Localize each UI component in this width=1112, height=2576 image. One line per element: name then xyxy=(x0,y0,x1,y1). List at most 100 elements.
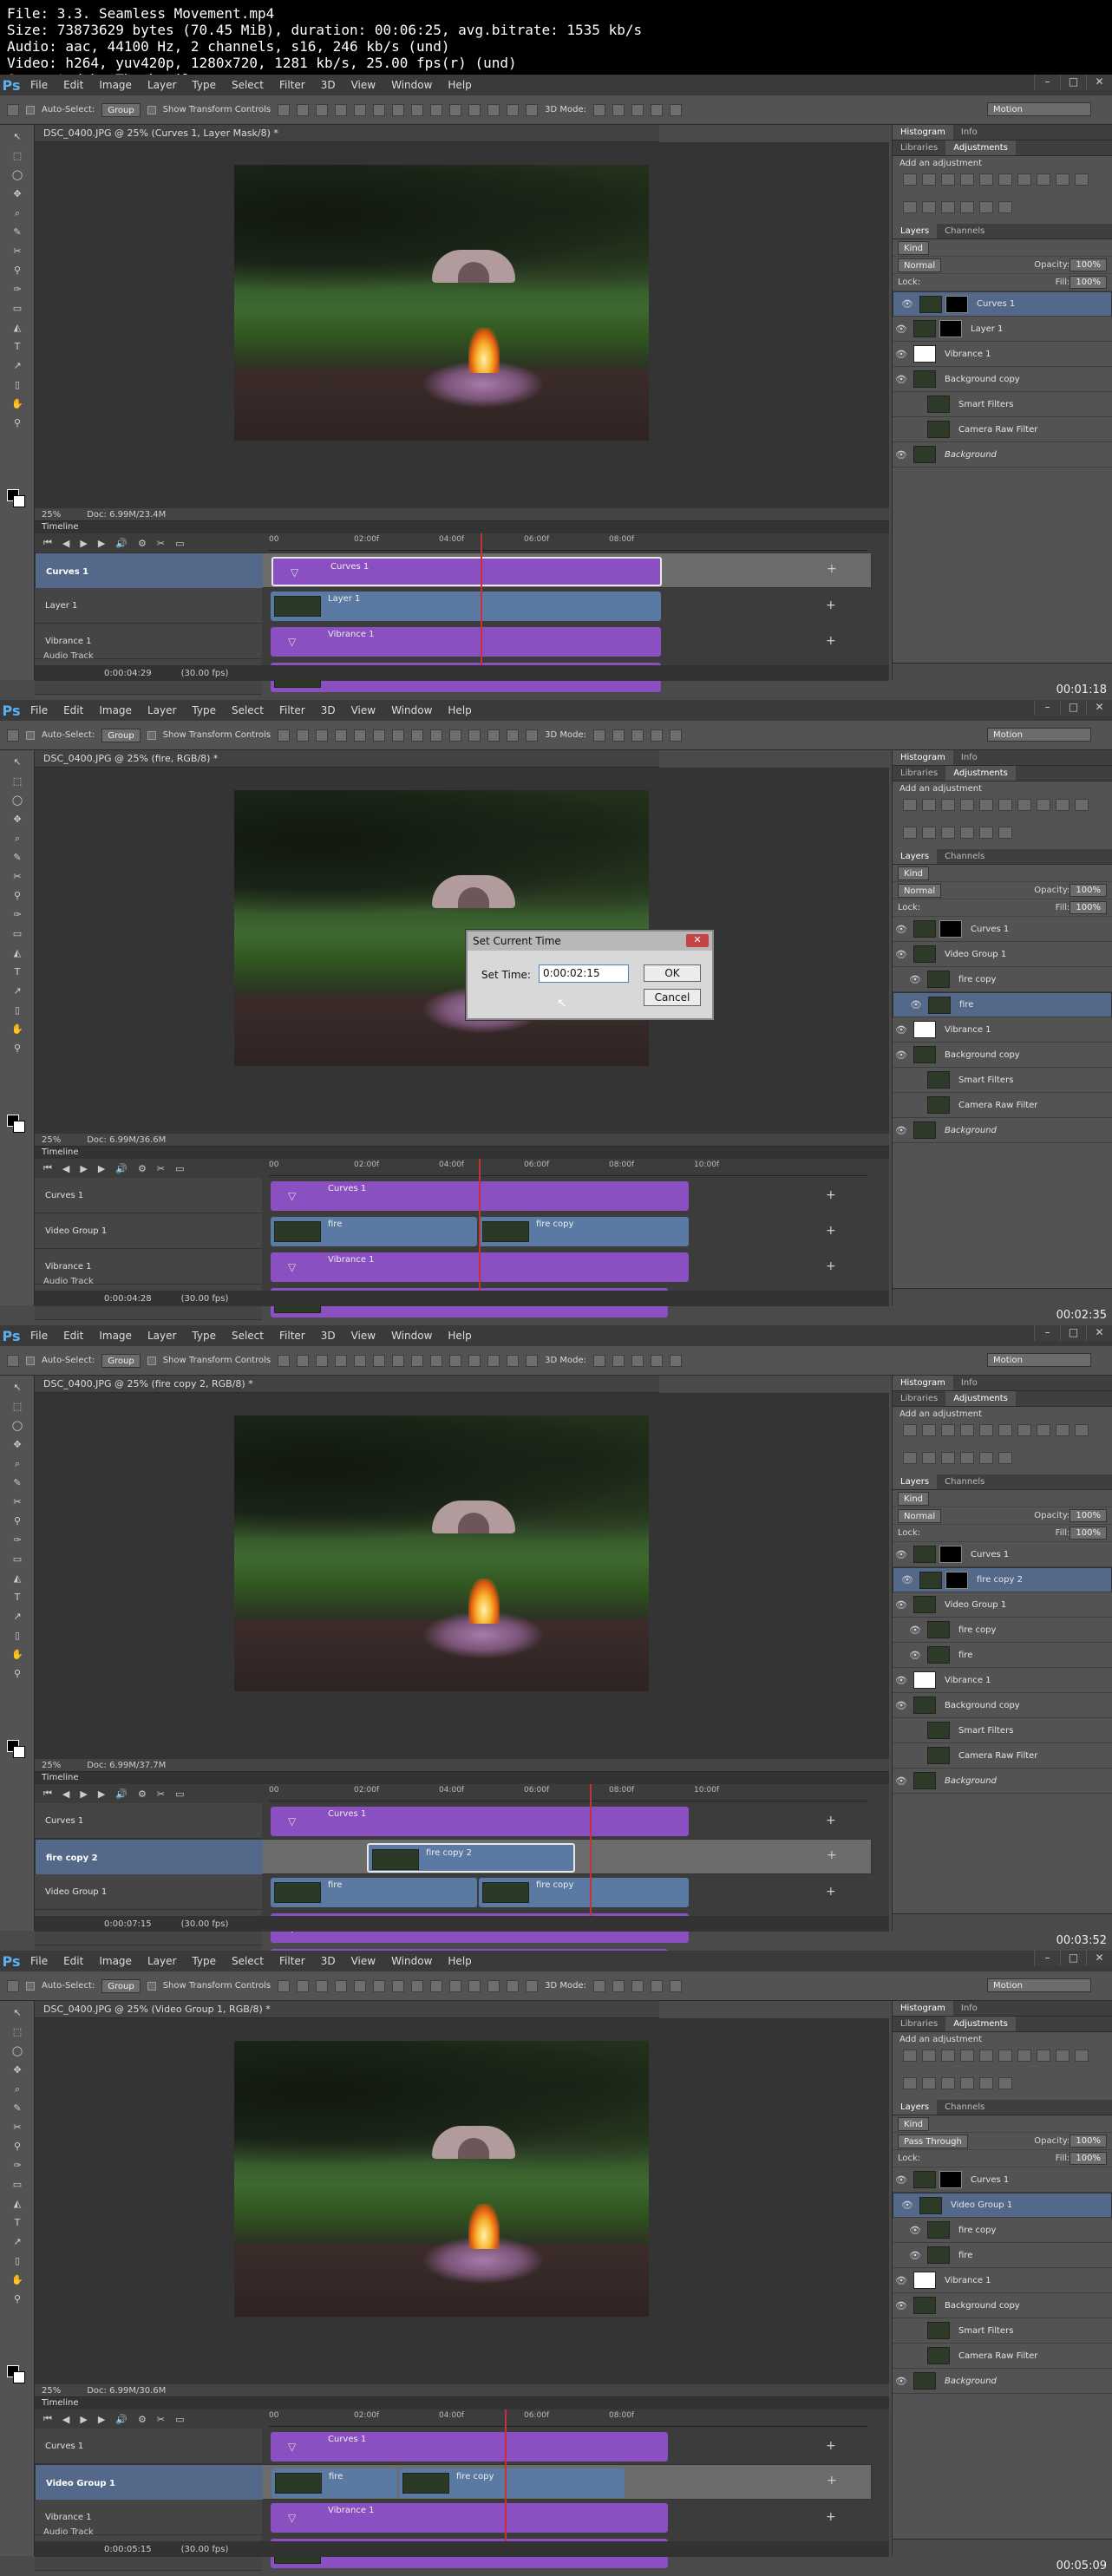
layer-row[interactable]: 👁 fire copy xyxy=(893,2218,1112,2243)
move-tool-icon[interactable] xyxy=(7,1354,19,1367)
playback-control-icon[interactable]: ◀ xyxy=(62,2414,69,2425)
adjustment-type-icon[interactable] xyxy=(1056,1424,1069,1436)
adjustment-type-icon[interactable] xyxy=(960,2050,974,2062)
adjustment-type-icon[interactable] xyxy=(922,1452,936,1464)
align-icon[interactable] xyxy=(278,103,291,116)
opacity-value[interactable]: 100% xyxy=(1069,1509,1107,1522)
align-icon[interactable] xyxy=(507,1354,520,1367)
timeline-clip[interactable]: fire xyxy=(271,2468,397,2498)
menu-layer[interactable]: Layer xyxy=(140,700,184,721)
align-icon[interactable] xyxy=(526,103,539,116)
panel-tab[interactable]: Info xyxy=(953,750,985,765)
align-icon[interactable] xyxy=(468,1354,481,1367)
visibility-eye-icon[interactable]: 👁 xyxy=(893,1549,910,1560)
playback-control-icon[interactable]: ▶ xyxy=(80,1163,87,1174)
tool-icon[interactable]: ✑ xyxy=(10,1533,25,1547)
tool-icon[interactable]: ↗ xyxy=(10,1610,25,1624)
align-icon[interactable] xyxy=(373,1354,386,1367)
playback-control-icon[interactable]: ▶ xyxy=(98,1163,105,1174)
tool-icon[interactable]: ⚲ xyxy=(10,264,25,278)
fill-value[interactable]: 100% xyxy=(1069,1527,1107,1540)
menu-type[interactable]: Type xyxy=(184,75,224,95)
panel-tab[interactable]: Histogram xyxy=(893,1376,953,1390)
add-media-icon[interactable]: + xyxy=(827,2475,837,2487)
tool-icon[interactable]: ✂ xyxy=(10,870,25,884)
minimize-button[interactable]: – xyxy=(1034,700,1060,716)
transform-checkbox[interactable] xyxy=(147,730,156,740)
color-swatches[interactable] xyxy=(7,1740,25,1758)
adjustment-type-icon[interactable] xyxy=(1056,2050,1069,2062)
adjustment-type-icon[interactable] xyxy=(903,201,917,213)
adjustment-type-icon[interactable] xyxy=(922,2050,936,2062)
menu-select[interactable]: Select xyxy=(224,75,271,95)
track-name[interactable]: Curves 1 xyxy=(35,1178,262,1213)
align-icon[interactable] xyxy=(430,729,443,742)
adjustment-type-icon[interactable] xyxy=(941,2077,955,2089)
track-name[interactable]: Video Group 1 xyxy=(36,2465,263,2501)
adjustment-type-icon[interactable] xyxy=(1037,1424,1050,1436)
3d-tool-icon[interactable] xyxy=(670,1979,682,1992)
tool-icon[interactable]: ⬚ xyxy=(10,2025,25,2039)
adjustment-type-icon[interactable] xyxy=(922,799,936,811)
track-name[interactable]: Video Group 1 xyxy=(35,1213,262,1249)
menu-select[interactable]: Select xyxy=(224,700,271,721)
background-color[interactable] xyxy=(13,1121,25,1133)
align-icon[interactable] xyxy=(526,1979,539,1992)
layer-row[interactable]: Smart Filters xyxy=(893,392,1112,417)
layer-row[interactable]: 👁 Layer 1 xyxy=(893,317,1112,342)
adjustment-type-icon[interactable] xyxy=(960,2077,974,2089)
adjustment-type-icon[interactable] xyxy=(998,2077,1012,2089)
playback-control-icon[interactable]: ✂ xyxy=(157,2414,165,2425)
tool-icon[interactable]: ✎ xyxy=(10,2102,25,2115)
adjustment-type-icon[interactable] xyxy=(979,173,993,186)
align-icon[interactable] xyxy=(449,1979,462,1992)
menu-file[interactable]: File xyxy=(23,1325,56,1346)
playhead[interactable] xyxy=(590,1784,592,1923)
layer-row[interactable]: Camera Raw Filter xyxy=(893,1093,1112,1118)
adjustment-type-icon[interactable] xyxy=(922,173,936,186)
tool-icon[interactable]: ↗ xyxy=(10,984,25,998)
panel-tab[interactable]: Adjustments xyxy=(945,141,1016,155)
align-icon[interactable] xyxy=(507,103,520,116)
tool-icon[interactable]: ⌕ xyxy=(10,206,25,220)
timeline-track[interactable]: Curves 1 ▽ Curves 1 + xyxy=(35,1178,872,1213)
menu-edit[interactable]: Edit xyxy=(56,1325,91,1346)
menu-window[interactable]: Window xyxy=(383,1325,440,1346)
adjustment-type-icon[interactable] xyxy=(941,173,955,186)
adjustment-type-icon[interactable] xyxy=(998,173,1012,186)
playhead[interactable] xyxy=(481,533,482,672)
tool-icon[interactable]: ↖ xyxy=(10,130,25,144)
adjustment-type-icon[interactable] xyxy=(941,827,955,839)
adjustment-type-icon[interactable] xyxy=(903,799,917,811)
layer-row[interactable]: 👁 fire copy xyxy=(893,967,1112,992)
playback-control-icon[interactable]: ⚙ xyxy=(138,538,147,549)
playback-control-icon[interactable]: ⏮ xyxy=(43,2413,52,2425)
timeline-track[interactable]: Video Group 1 fire fire copy + xyxy=(35,1213,872,1249)
3d-tool-icon[interactable] xyxy=(631,729,644,742)
align-icon[interactable] xyxy=(411,1354,424,1367)
adjustment-type-icon[interactable] xyxy=(998,2050,1012,2062)
tool-icon[interactable]: T xyxy=(10,340,25,354)
align-icon[interactable] xyxy=(373,1979,386,1992)
3d-tool-icon[interactable] xyxy=(593,1354,605,1367)
align-icon[interactable] xyxy=(335,1979,348,1992)
move-tool-icon[interactable] xyxy=(7,103,19,116)
tool-icon[interactable]: ✥ xyxy=(10,813,25,827)
3d-tool-icon[interactable] xyxy=(670,103,682,116)
adjustment-type-icon[interactable] xyxy=(998,1424,1012,1436)
adjustment-type-icon[interactable] xyxy=(1056,173,1069,186)
tool-icon[interactable]: ↗ xyxy=(10,2235,25,2249)
menu-view[interactable]: View xyxy=(343,700,383,721)
document-tab[interactable]: DSC_0400.JPG @ 25% (Curves 1, Layer Mask… xyxy=(35,125,659,142)
adjustment-type-icon[interactable] xyxy=(1075,799,1089,811)
visibility-eye-icon[interactable]: 👁 xyxy=(906,2225,924,2236)
menu-layer[interactable]: Layer xyxy=(140,1951,184,1971)
adjustment-type-icon[interactable] xyxy=(941,201,955,213)
timeline-clip[interactable]: ▽ Curves 1 xyxy=(271,2432,668,2462)
3d-tool-icon[interactable] xyxy=(651,729,663,742)
workspace-dropdown[interactable]: Motion xyxy=(987,1353,1091,1367)
playback-control-icon[interactable]: 🔊 xyxy=(115,1788,128,1800)
document-tab[interactable]: DSC_0400.JPG @ 25% (fire copy 2, RGB/8) … xyxy=(35,1376,659,1393)
playback-control-icon[interactable]: ▭ xyxy=(175,538,184,549)
tool-icon[interactable]: ⚲ xyxy=(10,2140,25,2154)
